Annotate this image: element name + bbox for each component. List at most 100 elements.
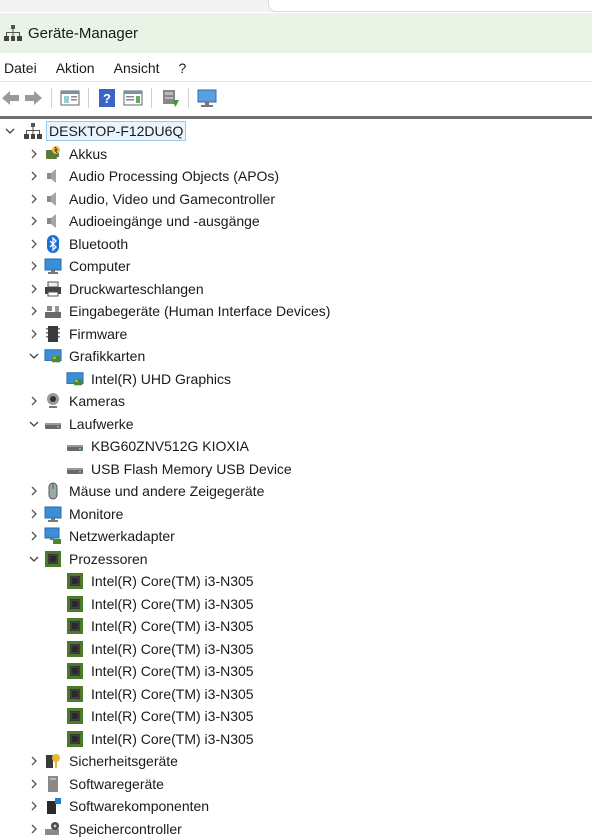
chevron-right-icon[interactable]: [28, 238, 40, 250]
tree-node-sicherheitsger-te[interactable]: Sicherheitsgeräte: [0, 750, 592, 773]
tree-node-prozessoren[interactable]: Prozessoren: [0, 548, 592, 571]
processor-icon: [66, 617, 84, 635]
tree-device-intel-r-core-tm-i3-n305[interactable]: Intel(R) Core(TM) i3-N305: [0, 593, 592, 616]
tree-device-usb-flash-memory-usb-device[interactable]: USB Flash Memory USB Device: [0, 458, 592, 481]
toolbar: ?: [0, 81, 592, 114]
tree-node-firmware[interactable]: Firmware: [0, 323, 592, 346]
firmware-icon: [44, 325, 62, 343]
tree-root[interactable]: DESKTOP-F12DU6Q: [0, 120, 592, 143]
chevron-right-icon[interactable]: [28, 530, 40, 542]
tree-node-label: Audio, Video und Gamecontroller: [69, 191, 275, 207]
tree-node-druckwarteschlangen[interactable]: Druckwarteschlangen: [0, 278, 592, 301]
tree-device-intel-r-core-tm-i3-n305[interactable]: Intel(R) Core(TM) i3-N305: [0, 705, 592, 728]
tree-device-intel-r-core-tm-i3-n305[interactable]: Intel(R) Core(TM) i3-N305: [0, 638, 592, 661]
tree-device-label: Intel(R) UHD Graphics: [91, 371, 231, 387]
toolbar-divider: [51, 88, 52, 108]
tree-device-kbg60znv512g-kioxia[interactable]: KBG60ZNV512G KIOXIA: [0, 435, 592, 458]
tree-node-label: Computer: [69, 258, 130, 274]
chevron-right-icon[interactable]: [28, 305, 40, 317]
browser-tab-strip: [0, 0, 592, 12]
menu-ansicht[interactable]: Ansicht: [110, 60, 164, 76]
tree-node-label: Mäuse und andere Zeigegeräte: [69, 483, 264, 499]
storage-controller-icon: [44, 820, 62, 838]
chevron-right-icon[interactable]: [28, 260, 40, 272]
toolbar-divider: [188, 88, 189, 108]
tree-node-label: Firmware: [69, 326, 127, 342]
menu-bar: Datei Aktion Ansicht ?: [0, 55, 592, 80]
tree-node-softwareger-te[interactable]: Softwaregeräte: [0, 773, 592, 796]
chevron-right-icon[interactable]: [28, 778, 40, 790]
tree-node-akkus[interactable]: Akkus: [0, 143, 592, 166]
chevron-right-icon[interactable]: [28, 193, 40, 205]
chevron-down-icon[interactable]: [28, 553, 40, 565]
chevron-right-icon[interactable]: [28, 485, 40, 497]
tree-device-intel-r-core-tm-i3-n305[interactable]: Intel(R) Core(TM) i3-N305: [0, 615, 592, 638]
tree-node-netzwerkadapter[interactable]: Netzwerkadapter: [0, 525, 592, 548]
tree-node-audio-video-und-gamecontroller[interactable]: Audio, Video und Gamecontroller: [0, 188, 592, 211]
chevron-right-icon[interactable]: [28, 148, 40, 160]
tree-node-grafikkarten[interactable]: Grafikkarten: [0, 345, 592, 368]
chevron-right-icon[interactable]: [28, 395, 40, 407]
tree-node-m-use-und-andere-zeigeger-te[interactable]: Mäuse und andere Zeigegeräte: [0, 480, 592, 503]
mouse-icon: [44, 482, 62, 500]
tree-node-softwarekomponenten[interactable]: Softwarekomponenten: [0, 795, 592, 818]
tree-node-label: Audioeingänge und -ausgänge: [69, 213, 260, 229]
tree-node-label: Bluetooth: [69, 236, 128, 252]
tree-node-monitore[interactable]: Monitore: [0, 503, 592, 526]
tree-node-audioeing-nge-und-ausg-nge[interactable]: Audioeingänge und -ausgänge: [0, 210, 592, 233]
tree-node-audio-processing-objects-apos[interactable]: Audio Processing Objects (APOs): [0, 165, 592, 188]
chevron-right-icon[interactable]: [28, 215, 40, 227]
computer-network-icon: [24, 122, 42, 140]
properties-pane-icon[interactable]: [59, 87, 81, 109]
tree-node-eingabeger-te-human-interface-devices[interactable]: Eingabegeräte (Human Interface Devices): [0, 300, 592, 323]
tree-device-label: Intel(R) Core(TM) i3-N305: [91, 731, 254, 747]
tree-node-kameras[interactable]: Kameras: [0, 390, 592, 413]
tree-device-intel-r-core-tm-i3-n305[interactable]: Intel(R) Core(TM) i3-N305: [0, 683, 592, 706]
monitor-icon: [44, 505, 62, 523]
tree-node-label: Laufwerke: [69, 416, 134, 432]
chevron-right-icon[interactable]: [28, 755, 40, 767]
printer-icon: [44, 280, 62, 298]
scan-hardware-icon[interactable]: [159, 87, 181, 109]
tree-node-label: Druckwarteschlangen: [69, 281, 204, 297]
chevron-down-icon[interactable]: [28, 350, 40, 362]
tree-node-label: Grafikkarten: [69, 348, 145, 364]
processor-icon: [44, 550, 62, 568]
menu-help[interactable]: ?: [175, 60, 191, 76]
monitor-icon[interactable]: [196, 87, 218, 109]
tree-node-bluetooth[interactable]: Bluetooth: [0, 233, 592, 256]
chevron-down-icon[interactable]: [4, 125, 16, 137]
tree-device-label: Intel(R) Core(TM) i3-N305: [91, 573, 254, 589]
chevron-right-icon[interactable]: [28, 800, 40, 812]
menu-datei[interactable]: Datei: [0, 60, 41, 76]
tree-node-label: Eingabegeräte (Human Interface Devices): [69, 303, 330, 319]
chevron-right-icon[interactable]: [28, 170, 40, 182]
tree-device-intel-r-core-tm-i3-n305[interactable]: Intel(R) Core(TM) i3-N305: [0, 660, 592, 683]
tree-device-intel-r-core-tm-i3-n305[interactable]: Intel(R) Core(TM) i3-N305: [0, 728, 592, 751]
chevron-down-icon[interactable]: [28, 418, 40, 430]
forward-arrow-icon[interactable]: [22, 87, 44, 109]
menu-aktion[interactable]: Aktion: [52, 60, 99, 76]
tree-node-label: Softwarekomponenten: [69, 798, 209, 814]
chevron-right-icon[interactable]: [28, 283, 40, 295]
tree-device-intel-r-uhd-graphics[interactable]: Intel(R) UHD Graphics: [0, 368, 592, 391]
view-icon[interactable]: [122, 87, 144, 109]
tree-node-computer[interactable]: Computer: [0, 255, 592, 278]
drive-icon: [66, 460, 84, 478]
battery-icon: [44, 145, 62, 163]
processor-icon: [66, 640, 84, 658]
chevron-right-icon[interactable]: [28, 823, 40, 835]
back-arrow-icon[interactable]: [0, 87, 22, 109]
top-tab[interactable]: [268, 0, 592, 12]
chevron-right-icon[interactable]: [28, 508, 40, 520]
tree-node-label: Sicherheitsgeräte: [69, 753, 178, 769]
tree-device-intel-r-core-tm-i3-n305[interactable]: Intel(R) Core(TM) i3-N305: [0, 570, 592, 593]
drive-icon: [66, 437, 84, 455]
tree-node-speichercontroller[interactable]: Speichercontroller: [0, 818, 592, 840]
chevron-right-icon[interactable]: [28, 328, 40, 340]
processor-icon: [66, 685, 84, 703]
tree-node-laufwerke[interactable]: Laufwerke: [0, 413, 592, 436]
tree-node-label: Akkus: [69, 146, 107, 162]
tree-device-label: Intel(R) Core(TM) i3-N305: [91, 618, 254, 634]
help-icon[interactable]: ?: [96, 87, 118, 109]
